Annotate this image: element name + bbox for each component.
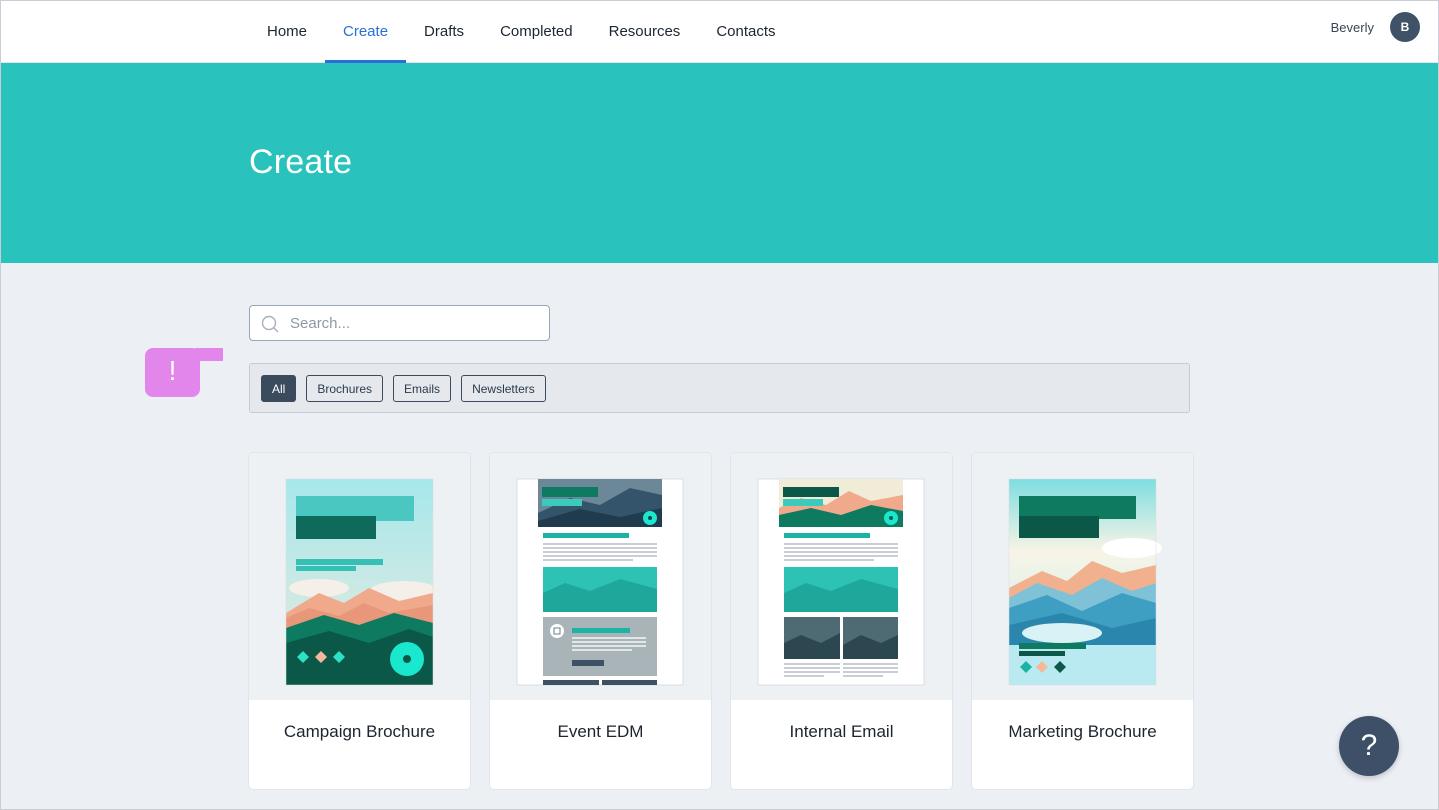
nav-drafts[interactable]: Drafts <box>406 0 482 63</box>
search-box[interactable] <box>249 305 550 341</box>
user-name[interactable]: Beverly <box>1331 20 1374 35</box>
filter-newsletters[interactable]: Newsletters <box>461 375 546 402</box>
main-nav: Home Create Drafts Completed Resources C… <box>249 0 794 63</box>
nav-resources[interactable]: Resources <box>591 0 699 63</box>
user-menu[interactable]: Beverly B <box>1331 12 1420 42</box>
template-thumbnail <box>731 453 952 700</box>
help-button[interactable]: ? <box>1339 716 1399 776</box>
brochure-preview-image <box>285 478 438 686</box>
template-thumbnail <box>490 453 711 700</box>
card-title: Campaign Brochure <box>283 722 436 741</box>
template-card-event-edm[interactable]: Event EDM <box>490 453 711 789</box>
template-card-campaign-brochure[interactable]: Campaign Brochure <box>249 453 470 789</box>
nav-create[interactable]: Create <box>325 0 407 63</box>
top-navigation: Home Create Drafts Completed Resources C… <box>0 0 1439 63</box>
nav-completed[interactable]: Completed <box>482 0 591 63</box>
template-thumbnail <box>972 453 1193 700</box>
email-preview-image <box>757 478 925 686</box>
search-icon <box>261 315 279 333</box>
email-preview-image <box>516 478 684 686</box>
filter-all[interactable]: All <box>261 375 297 402</box>
avatar[interactable]: B <box>1390 12 1420 42</box>
notification-flag[interactable]: ! <box>145 348 223 397</box>
hero-banner: Create <box>0 63 1439 263</box>
card-title: Event EDM <box>557 722 644 741</box>
search-input[interactable] <box>290 306 540 340</box>
filter-brochures[interactable]: Brochures <box>306 375 384 402</box>
card-title: Marketing Brochure <box>1008 722 1157 741</box>
exclamation-icon: ! <box>168 355 177 386</box>
template-card-marketing-brochure[interactable]: Marketing Brochure <box>972 453 1193 789</box>
filter-chips: All Brochures Emails Newsletters <box>261 375 546 402</box>
nav-home[interactable]: Home <box>249 0 325 63</box>
template-grid: Campaign Brochure Event EDM Internal Ema… <box>249 453 1193 789</box>
template-thumbnail <box>249 453 470 700</box>
nav-contacts[interactable]: Contacts <box>698 0 793 63</box>
filter-emails[interactable]: Emails <box>393 375 452 402</box>
filter-bar: All Brochures Emails Newsletters <box>249 363 1190 413</box>
card-title: Internal Email <box>789 722 894 741</box>
template-card-internal-email[interactable]: Internal Email <box>731 453 952 789</box>
brochure-preview-image <box>1008 478 1162 686</box>
page-title: Create <box>249 143 353 181</box>
